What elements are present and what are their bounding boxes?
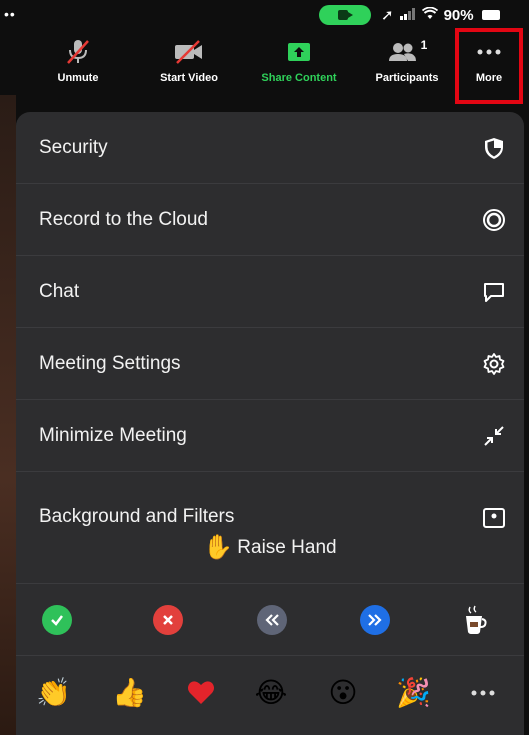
raise-hand-button[interactable]: ✋ Raise Hand [16, 512, 524, 584]
menu-item-security[interactable]: Security [16, 112, 524, 184]
surprised-icon[interactable]: 😮 [326, 676, 360, 710]
gear-icon [482, 352, 506, 376]
no-icon[interactable] [151, 603, 185, 637]
participants-button[interactable]: 1 Participants [362, 38, 452, 84]
menu-item-label: Security [39, 136, 108, 158]
emoji-reactions-row: 👏 👍 😂 😮 🎉 [16, 657, 524, 729]
status-bar: •• ➚ 90% [0, 0, 529, 30]
menu-item-label: Meeting Settings [39, 352, 181, 374]
menu-item-meeting-settings[interactable]: Meeting Settings [16, 328, 524, 400]
status-dots-icon: •• [4, 6, 16, 22]
background-video-strip [0, 95, 16, 735]
menu-item-label: Minimize Meeting [39, 424, 187, 446]
menu-item-label: Record to the Cloud [39, 208, 208, 230]
yes-icon[interactable] [40, 603, 74, 637]
signal-icon [399, 7, 416, 24]
coffee-icon[interactable] [460, 603, 494, 637]
participants-count: 1 [420, 38, 428, 52]
more-options-panel: Security Record to the Cloud Chat Meetin… [16, 112, 524, 735]
party-popper-icon[interactable]: 🎉 [396, 676, 431, 710]
thumbs-up-icon[interactable]: 👍 [112, 676, 147, 710]
minimize-icon [482, 424, 506, 448]
raised-hand-icon: ✋ [203, 534, 234, 561]
menu-item-minimize-meeting[interactable]: Minimize Meeting [16, 400, 524, 472]
camera-in-use-indicator [319, 5, 371, 25]
heart-icon[interactable] [184, 676, 218, 710]
meeting-toolbar: Unmute Start Video Share Content 1 Parti… [0, 30, 529, 100]
participants-icon: 1 [362, 38, 452, 66]
muted-microphone-icon [33, 38, 123, 66]
menu-item-record-to-cloud[interactable]: Record to the Cloud [16, 184, 524, 256]
menu-item-label: Chat [39, 280, 80, 302]
share-screen-icon [254, 38, 344, 66]
battery-icon [481, 10, 500, 20]
record-cloud-icon [482, 208, 506, 232]
location-icon: ➚ [381, 7, 394, 24]
more-reactions-icon[interactable] [468, 676, 502, 710]
feedback-reactions-row [16, 584, 524, 656]
clapping-hands-icon[interactable]: 👏 [36, 676, 71, 710]
start-video-button[interactable]: Start Video [144, 38, 234, 84]
participants-label: Participants [375, 72, 439, 84]
wifi-icon [421, 6, 438, 24]
more-highlight-box [455, 28, 523, 104]
battery-percentage: 90% [443, 6, 474, 24]
menu-item-chat[interactable]: Chat [16, 256, 524, 328]
laughing-icon[interactable]: 😂 [254, 676, 288, 710]
share-content-button[interactable]: Share Content [254, 38, 344, 84]
start-video-label: Start Video [160, 72, 218, 84]
share-content-label: Share Content [261, 72, 337, 84]
raise-hand-label: Raise Hand [237, 536, 337, 558]
chat-icon [482, 280, 506, 304]
shield-icon [482, 136, 506, 160]
slower-icon[interactable] [255, 603, 289, 637]
video-off-icon [144, 38, 234, 66]
unmute-button[interactable]: Unmute [33, 38, 123, 84]
unmute-label: Unmute [57, 72, 99, 84]
zoom-meeting-screen: •• ➚ 90% Unmute Start Video Share Conten… [0, 0, 529, 735]
status-icons: ➚ 90% [381, 6, 500, 24]
faster-icon[interactable] [358, 603, 392, 637]
